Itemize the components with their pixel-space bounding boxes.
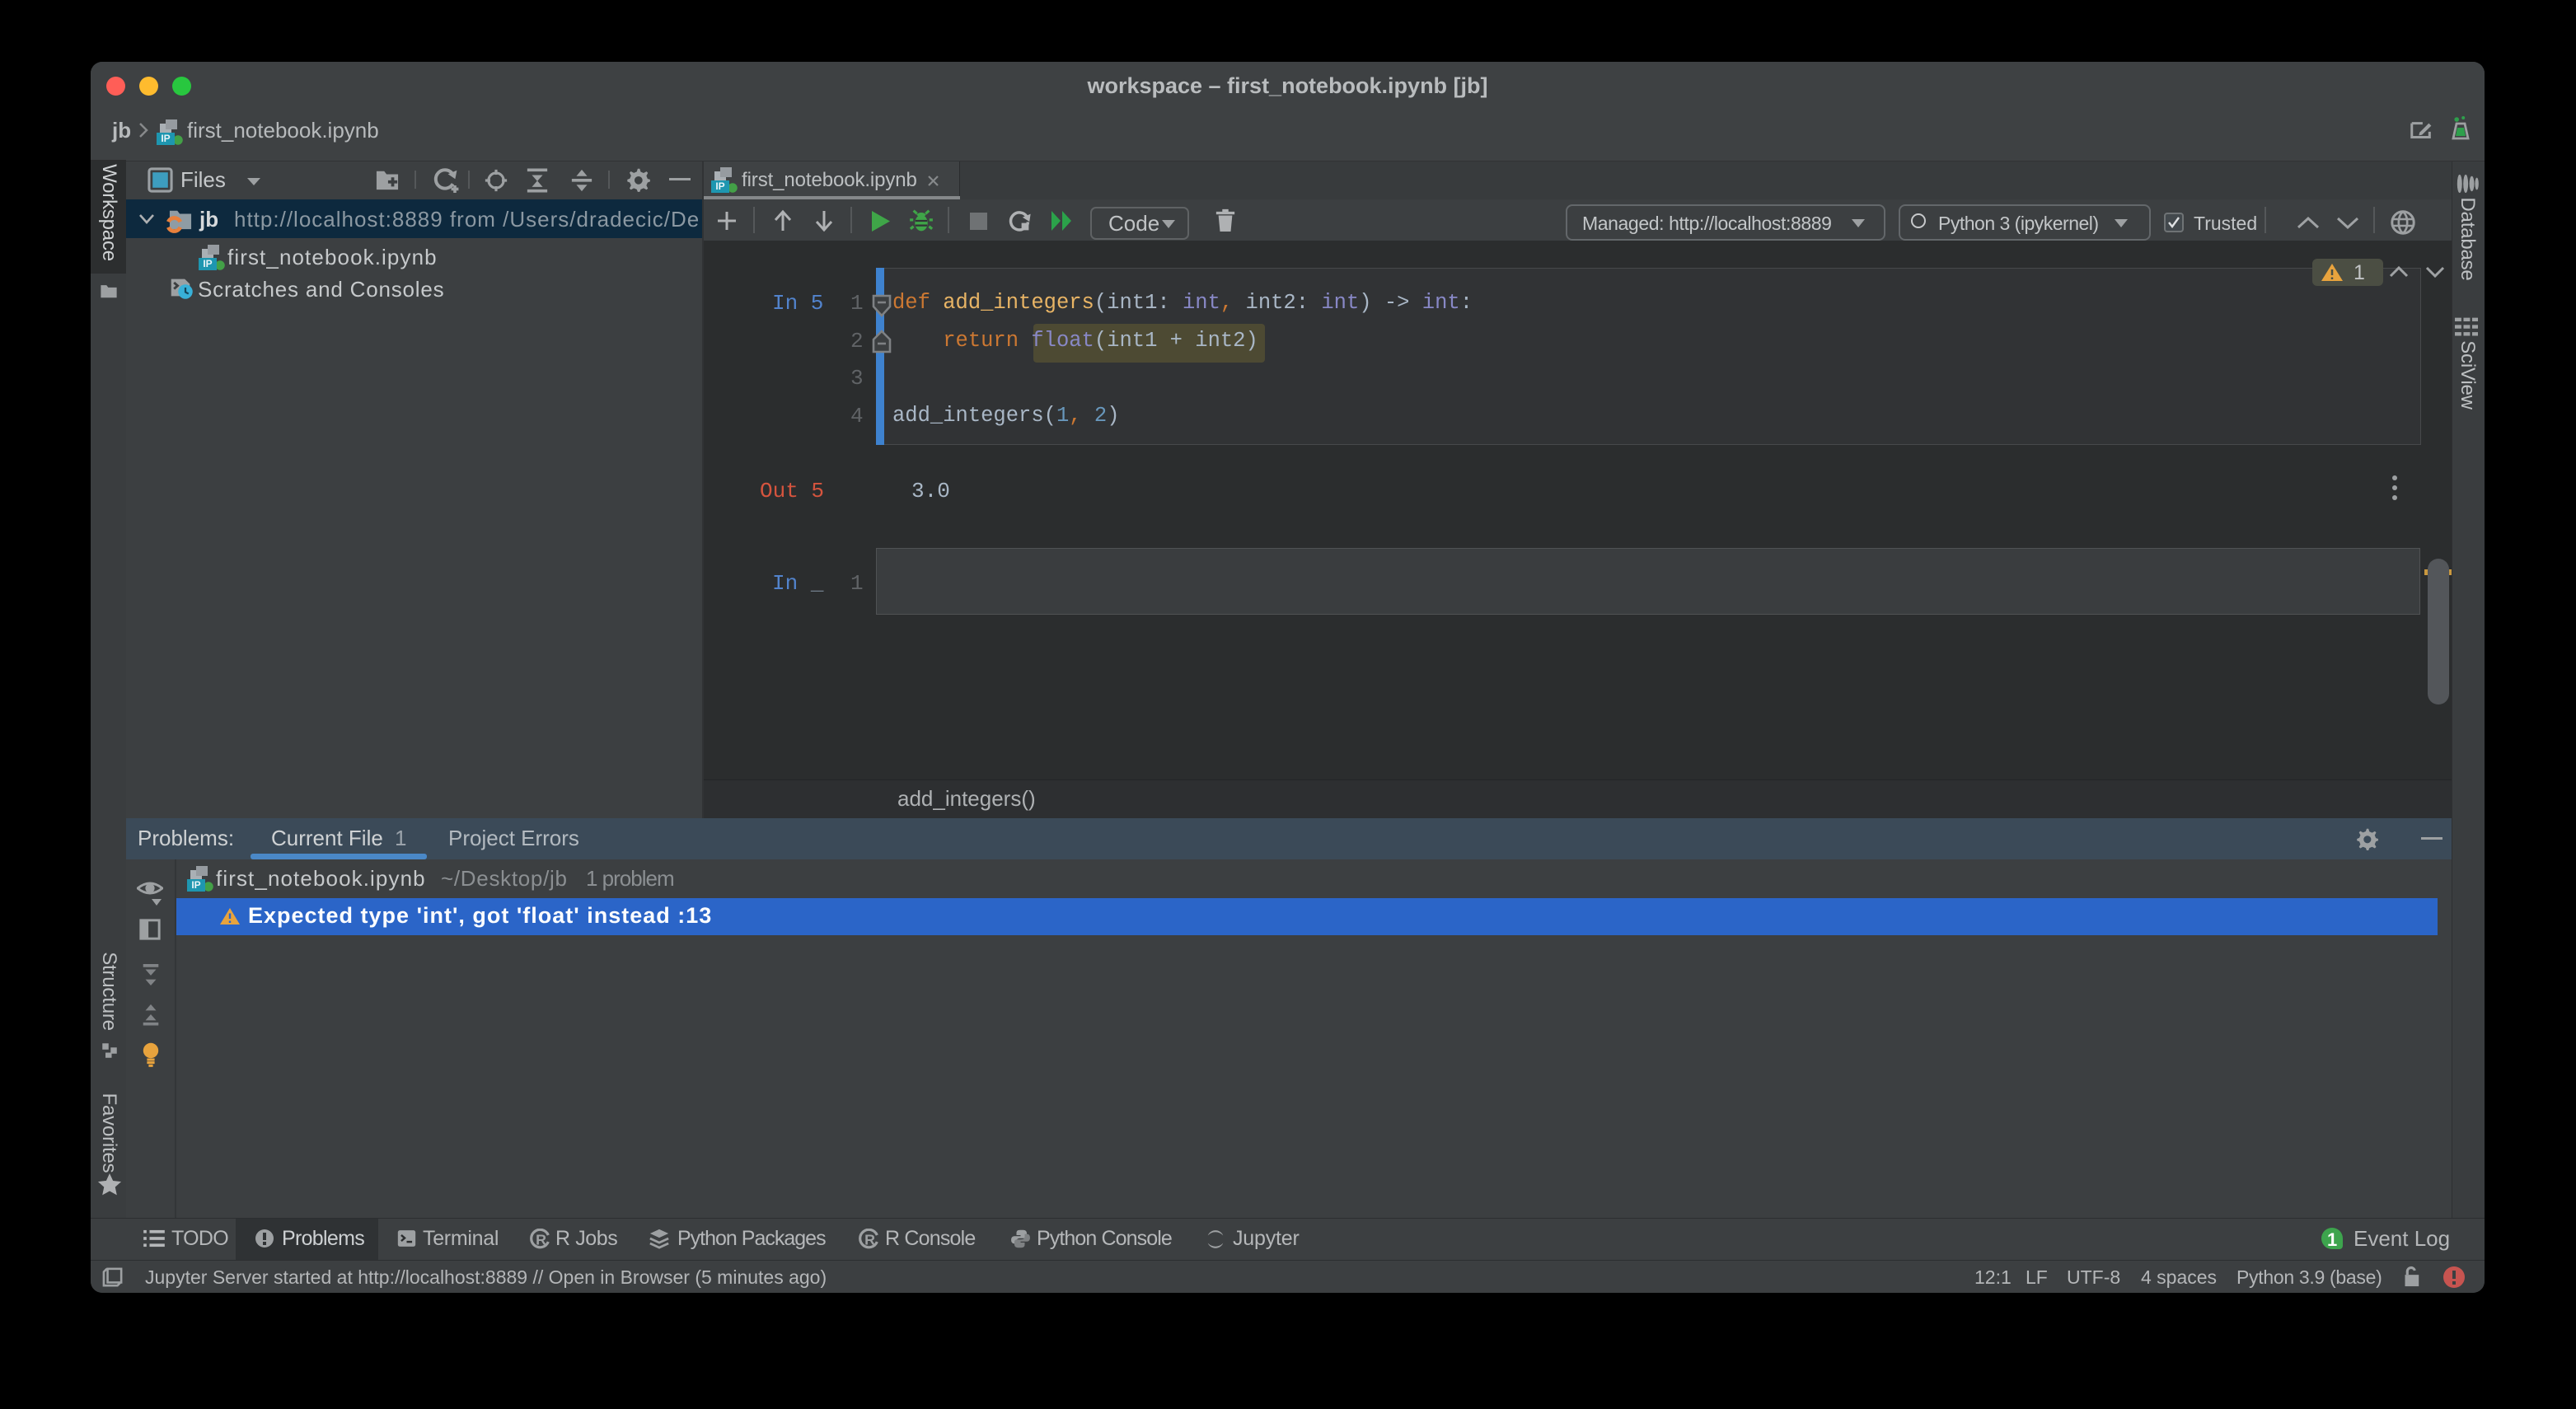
svg-text:R: R [864,1232,875,1248]
svg-text:R: R [536,1232,546,1248]
